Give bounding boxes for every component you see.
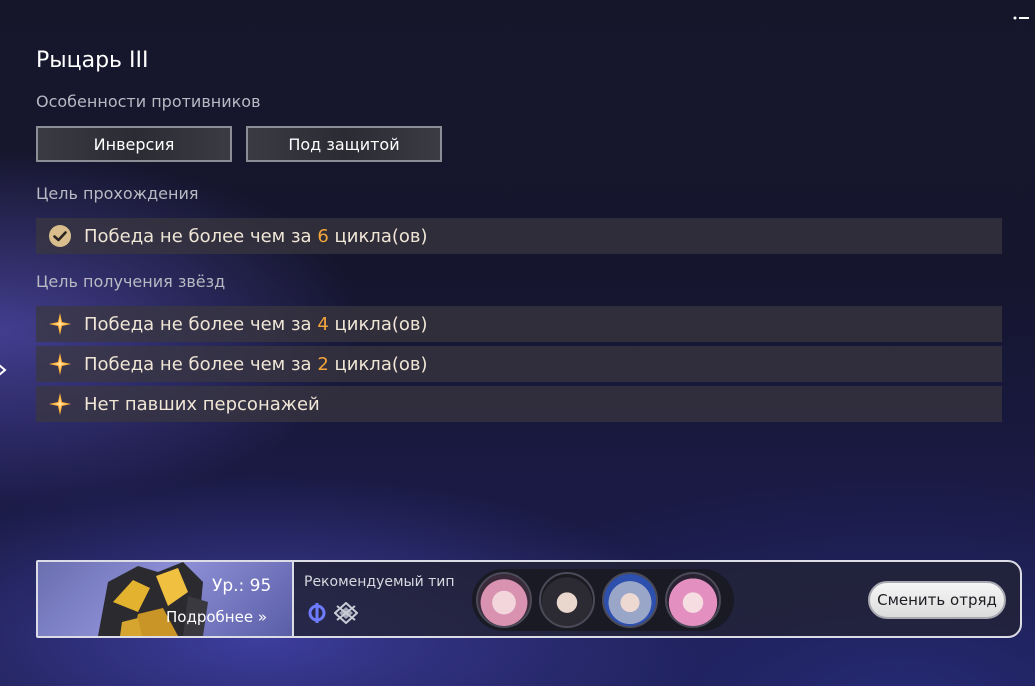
- preservation-icon: [333, 601, 359, 628]
- star-icon: [48, 312, 72, 336]
- goal-text: Победа не более чем за 2 цикла(ов): [84, 353, 428, 375]
- feature-label: Под защитой: [288, 134, 400, 154]
- star-icon: [48, 392, 72, 416]
- enemy-features-label: Особенности противников: [36, 92, 261, 111]
- goal-text: Нет павших персонажей: [84, 393, 320, 415]
- recommended-paths: [306, 601, 359, 628]
- clear-goal-label: Цель прохождения: [36, 184, 199, 203]
- clear-goal-row: Победа не более чем за 6 цикла(ов): [36, 218, 1002, 254]
- window-dots-icon[interactable]: [1013, 6, 1029, 20]
- character-avatar-2[interactable]: [539, 572, 595, 628]
- double-chevron-right-icon: »: [257, 608, 268, 626]
- check-icon: [48, 224, 72, 248]
- team-avatars: [472, 569, 734, 631]
- character-avatar-4[interactable]: [665, 572, 721, 628]
- star-icon: [48, 352, 72, 376]
- boss-details-link[interactable]: Подробнее »: [166, 608, 267, 626]
- recommended-type-label: Рекомендуемый тип: [304, 574, 455, 590]
- character-avatar-1[interactable]: [476, 572, 532, 628]
- battle-panel: Ур.: 95 Подробнее » Рекомендуемый тип См…: [36, 560, 1022, 638]
- goal-text: Победа не более чем за 6 цикла(ов): [84, 225, 428, 247]
- side-arrow-icon[interactable]: [0, 362, 10, 376]
- feature-inversion-button[interactable]: Инверсия: [36, 126, 232, 162]
- star-goal-row: Победа не более чем за 4 цикла(ов): [36, 306, 1002, 342]
- feature-protected-button[interactable]: Под защитой: [246, 126, 442, 162]
- star-goal-label: Цель получения звёзд: [36, 272, 226, 291]
- feature-label: Инверсия: [93, 134, 175, 154]
- stage-title: Рыцарь III: [36, 48, 149, 73]
- goal-text: Победа не более чем за 4 цикла(ов): [84, 313, 428, 335]
- boss-level: Ур.: 95: [212, 576, 272, 596]
- boss-card[interactable]: Ур.: 95 Подробнее »: [38, 562, 294, 636]
- change-team-button[interactable]: Сменить отряд: [868, 581, 1006, 619]
- erudition-icon: [306, 602, 328, 628]
- star-goal-row: Победа не более чем за 2 цикла(ов): [36, 346, 1002, 382]
- star-goal-row: Нет павших персонажей: [36, 386, 1002, 422]
- character-avatar-3[interactable]: [602, 572, 658, 628]
